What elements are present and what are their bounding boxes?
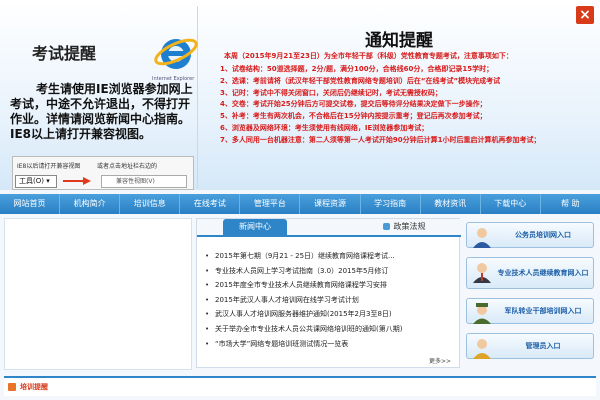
nav-online-exam[interactable]: 在线考试 [180, 194, 241, 214]
exam-notice-title: 考试提醒 [32, 44, 97, 63]
page: × 考试提醒 Internet Explorer 考生请使用IE浏览器参加网上考… [0, 0, 600, 400]
tab-policy-label: 政策法规 [393, 222, 426, 231]
tools-menu-button: 工具(O) ▾ [15, 175, 57, 188]
reminder-icon [8, 383, 16, 391]
exam-notice-panel: 考试提醒 Internet Explorer 考生请使用IE浏览器参加网上考试，… [2, 6, 198, 190]
notice-item: 7、多人同用一台机器注意：第二人须等第一人考试开始90分钟后计算1小时后重启计算… [220, 135, 541, 144]
nav-about[interactable]: 机构简介 [60, 194, 121, 214]
admin-avatar-icon [473, 339, 491, 359]
entry-label: 军队转业干部培训网入口 [504, 306, 582, 315]
news-panel: 新闻中心 政策法规 2015年第七期（9月21 - 25日）继续教育网络课程考试… [196, 218, 461, 368]
entry-label: 管理员入口 [525, 341, 561, 350]
entry-label: 公务员培训网入口 [515, 230, 571, 239]
notice-panel: 通知提醒 本周（2015年9月21至23日）为全市年轻干部（科级）党性教育专题考… [214, 22, 584, 187]
exam-notice-text: 考生请使用IE浏览器参加网上考试，中途不允许退出，不得打开作业。详情请阅览新闻中… [10, 82, 193, 141]
internet-explorer-icon [154, 38, 198, 69]
notice-item: 5、补考：考生有两次机会，不合格后在15分钟内按提示重考；登记后再次参加考试； [220, 112, 487, 121]
admin-entry-button[interactable]: 管理员入口 [466, 333, 594, 359]
professional-entry-button[interactable]: 专业技术人员继续教育网入口 [466, 257, 594, 289]
compat-view-button: 兼容性视图(V) [101, 175, 187, 188]
nav-home[interactable]: 网站首页 [0, 194, 61, 214]
news-item[interactable]: 武汉人事人才培训网服务器维护通知(2015年2月3至8日) [205, 307, 455, 322]
nav-courses[interactable]: 课程资源 [300, 194, 361, 214]
nav-help[interactable]: 帮 助 [541, 194, 600, 214]
news-item[interactable]: 专业技术人员网上学习考试指南（3.0）2015年5月修订 [205, 264, 455, 279]
nav-materials[interactable]: 教材资讯 [421, 194, 481, 214]
policy-icon [382, 223, 390, 230]
training-reminder-label: 培训提醒 [20, 383, 48, 391]
entry-label: 专业技术人员继续教育网入口 [497, 268, 589, 277]
news-item[interactable]: “市场大学”网络专题培训班测试情况一览表 [205, 337, 455, 352]
entry-buttons: 公务员培训网入口 专业技术人员继续教育网入口 军队转业干部培训网入口 管理员入口 [466, 222, 594, 368]
ie-compat-hint: IE8以后请打开兼容视图 或者点击地址栏右边的 工具(O) ▾ 兼容性视图(V) [12, 156, 194, 190]
news-item[interactable]: 2015年第七期（9月21 - 25日）继续教育网络课程考试... [205, 249, 455, 264]
military-entry-button[interactable]: 军队转业干部培训网入口 [466, 298, 594, 324]
news-list: 2015年第七期（9月21 - 25日）继续教育网络课程考试... 专业技术人员… [205, 249, 455, 351]
arrow-right-icon [63, 177, 91, 185]
military-avatar-icon [473, 303, 491, 324]
left-content-area [4, 218, 192, 370]
notice-title: 通知提醒 [365, 31, 433, 51]
compat-hint-left: IE8以后请打开兼容视图 [17, 163, 81, 170]
notice-item: 4、交卷：考试开始25分钟后方可提交试卷，提交后等待评分结果决定做下一步操作； [220, 100, 487, 109]
notice-list: 1、试卷结构：50道选择题，2分/题，满分100分，合格线60分，合格即记录15… [220, 64, 584, 147]
news-item[interactable]: 关于举办全市专业技术人员公共课网络培训班的通知(第八期) [205, 322, 455, 337]
civil-servant-avatar-icon [473, 228, 491, 248]
compat-hint-right: 或者点击地址栏右边的 [97, 163, 158, 170]
notice-item: 1、试卷结构：50道选择题，2分/题，满分100分，合格线60分，合格即记录15… [220, 65, 494, 73]
tab-news-center[interactable]: 新闻中心 [223, 219, 287, 235]
tab-policy[interactable]: 政策法规 [367, 219, 441, 235]
notice-item: 2、选课：考前请将（武汉年轻干部党性教育网络专题培训）后在“在线考试”模块完成考… [220, 76, 501, 85]
news-tabs: 新闻中心 政策法规 [197, 219, 461, 237]
news-item[interactable]: 2015年武汉人事人才培训网在线学习考试计划 [205, 293, 455, 308]
civil-servant-entry-button[interactable]: 公务员培训网入口 [466, 222, 594, 248]
more-link[interactable]: 更多>> [429, 356, 451, 365]
nav-management[interactable]: 管理平台 [240, 194, 301, 214]
notice-lead: 本周（2015年9月21至23日）为全市年轻干部（科级）党性教育专题考试，注意事… [224, 52, 513, 60]
notice-item: 6、浏览器及网络环境：考生须使用有线网络，IE浏览器参加考试； [220, 123, 429, 132]
training-reminder-bar: 培训提醒 [4, 376, 596, 396]
news-item[interactable]: 2015年度全市专业技术人员继续教育网络课程学习安排 [205, 278, 455, 293]
professional-avatar-icon [473, 263, 491, 283]
notice-item: 3、记时：考试中不得关闭窗口，关闭后仍继续记时，考试无需授权码； [220, 88, 442, 97]
main-nav: 网站首页 机构简介 培训信息 在线考试 管理平台 课程资源 学习指南 教材资讯 … [0, 194, 600, 214]
top-banner: × 考试提醒 Internet Explorer 考生请使用IE浏览器参加网上考… [0, 0, 600, 190]
nav-downloads[interactable]: 下载中心 [481, 194, 541, 214]
nav-training-info[interactable]: 培训信息 [120, 194, 181, 214]
nav-study-guide[interactable]: 学习指南 [361, 194, 421, 214]
